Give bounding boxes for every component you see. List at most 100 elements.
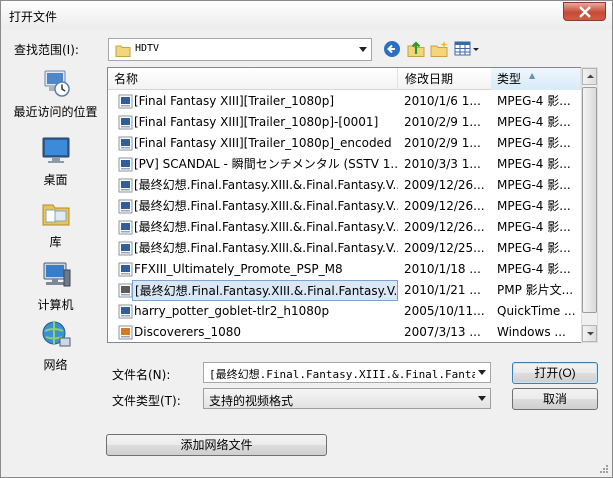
file-name: [Final Fantasy XIII][Trailer_1080p]-[000…	[134, 115, 379, 129]
filename-label: 文件名(N):	[112, 368, 171, 382]
create-new-folder-button[interactable]	[430, 40, 450, 60]
file-name: [最终幻想.Final.Fantasy.XIII.&.Final.Fantasy…	[132, 280, 398, 301]
place-recent[interactable]: 最近访问的位置	[8, 67, 103, 125]
file-name: [PV] SCANDAL - 瞬間センチメンタル (SSTV 1...	[134, 157, 398, 171]
file-date: 2009/12/26...	[404, 220, 485, 234]
file-row[interactable]: [Final Fantasy XIII][Trailer_1080p]_enco…	[108, 133, 581, 154]
video-file-icon	[118, 199, 133, 214]
filename-value: [最终幻想.Final.Fantasy.XIII.&.Final.Fantasy	[209, 368, 475, 381]
file-row[interactable]: [最终幻想.Final.Fantasy.XIII.&.Final.Fantasy…	[108, 280, 581, 301]
filetype-label: 文件类型(T):	[112, 394, 181, 408]
file-date: 2009/12/25...	[404, 241, 485, 255]
file-date: 2010/2/9 1...	[404, 136, 481, 150]
file-row[interactable]: FFXIII_Ultimately_Promote_PSP_M8 2010/1/1…	[108, 259, 581, 280]
place-computer[interactable]: 计算机	[8, 260, 103, 318]
file-row[interactable]: [PV] SCANDAL - 瞬間センチメンタル (SSTV 1... 2010/…	[108, 154, 581, 175]
sort-ascending-icon: ▲	[529, 71, 536, 80]
new-folder-icon	[430, 41, 448, 57]
file-type: MPEG-4 影...	[497, 115, 571, 129]
file-row[interactable]: [最终幻想.Final.Fantasy.XIII.&.Final.Fantasy…	[108, 238, 581, 259]
up-one-level-button[interactable]	[406, 40, 426, 60]
file-row[interactable]: [最终幻想.Final.Fantasy.XIII.&.Final.Fantasy…	[108, 217, 581, 238]
file-name: [最终幻想.Final.Fantasy.XIII.&.Final.Fantasy…	[134, 241, 398, 255]
file-date: 2010/3/3 1...	[404, 157, 481, 171]
file-type: MPEG-4 影...	[497, 220, 571, 234]
filename-field[interactable]: [最终幻想.Final.Fantasy.XIII.&.Final.Fantasy	[203, 362, 491, 383]
file-name: [最终幻想.Final.Fantasy.XIII.&.Final.Fantasy…	[134, 199, 398, 213]
file-date: 2007/3/13 ...	[404, 325, 481, 339]
look-in-dropdown[interactable]: HDTV	[108, 38, 372, 61]
filetype-value: 支持的视频格式	[209, 394, 294, 408]
view-menu-button[interactable]	[454, 40, 480, 60]
place-label: 库	[49, 235, 62, 249]
open-button[interactable]: 打开(O)	[512, 362, 598, 384]
vertical-scrollbar[interactable]	[581, 67, 598, 343]
video-file-icon	[118, 220, 133, 235]
file-date: 2009/12/26...	[404, 178, 485, 192]
back-button[interactable]	[383, 40, 403, 60]
file-row[interactable]: [Final Fantasy XIII][Trailer_1080p]-[000…	[108, 112, 581, 133]
filetype-dropdown[interactable]: 支持的视频格式	[203, 388, 491, 409]
file-date: 2010/1/6 1...	[404, 94, 481, 108]
video-file-icon	[118, 178, 133, 193]
look-in-value: HDTV	[135, 43, 160, 54]
place-desktop[interactable]: 桌面	[8, 135, 103, 193]
back-arrow-icon	[384, 41, 400, 57]
column-header-date[interactable]: 修改日期	[399, 68, 492, 90]
place-label: 网络	[43, 358, 68, 372]
look-in-label: 查找范围(I):	[14, 43, 79, 57]
dialog-title: 打开文件	[9, 10, 58, 24]
places-bar: 最近访问的位置 桌面 库 计算机 网络	[8, 67, 103, 372]
close-button[interactable]	[563, 2, 606, 21]
file-type: MPEG-4 影...	[497, 241, 571, 255]
file-type: MPEG-4 影...	[497, 199, 571, 213]
file-row[interactable]: Discoverers_1080 2007/3/13 ... Windows ...	[108, 322, 581, 342]
scroll-down-button[interactable]	[582, 325, 597, 342]
file-date: 2010/1/18 ...	[404, 262, 481, 276]
file-date: 2005/10/11...	[404, 304, 485, 318]
resize-grip-icon[interactable]	[598, 463, 609, 474]
folder-icon	[115, 45, 131, 57]
title-bar[interactable]: 打开文件	[1, 1, 612, 29]
place-label: 桌面	[43, 173, 68, 187]
file-name: FFXIII_Ultimately_Promote_PSP_M8	[134, 262, 343, 276]
video-file-icon	[118, 136, 133, 151]
place-network[interactable]: 网络	[8, 320, 103, 378]
video-file-icon	[118, 241, 133, 256]
pmp-file-icon	[118, 283, 133, 298]
file-row[interactable]: [最终幻想.Final.Fantasy.XIII.&.Final.Fantasy…	[108, 196, 581, 217]
column-header-name[interactable]: 名称	[108, 68, 398, 90]
file-row[interactable]: harry_potter_goblet-tlr2_h1080p 2005/10/1…	[108, 301, 581, 322]
file-list[interactable]: 名称 修改日期 类型 ▲ [Final Fantasy XIII][Traile…	[107, 67, 582, 343]
file-type: MPEG-4 影...	[497, 94, 571, 108]
scrollbar-thumb[interactable]	[582, 87, 597, 313]
video-file-icon	[118, 304, 133, 319]
chevron-down-icon[interactable]	[478, 396, 486, 401]
recent-places-icon	[44, 70, 70, 97]
file-name: harry_potter_goblet-tlr2_h1080p	[134, 304, 330, 318]
file-row[interactable]: [最终幻想.Final.Fantasy.XIII.&.Final.Fantasy…	[108, 175, 581, 196]
place-label: 计算机	[37, 298, 74, 312]
chevron-down-icon[interactable]	[478, 370, 486, 375]
scroll-up-button[interactable]	[582, 68, 597, 85]
chevron-down-icon	[587, 332, 594, 336]
libraries-icon	[42, 204, 70, 226]
file-type: Windows ...	[497, 325, 566, 339]
chevron-up-icon	[587, 74, 594, 78]
column-header-type[interactable]: 类型 ▲	[491, 68, 581, 90]
add-network-file-button[interactable]: 添加网络文件	[106, 434, 327, 456]
file-date: 2010/1/21 ...	[404, 283, 481, 297]
file-row[interactable]: [Final Fantasy XIII][Trailer_1080p] 2010/…	[108, 91, 581, 112]
file-name: [Final Fantasy XIII][Trailer_1080p]_enco…	[134, 136, 392, 150]
chevron-down-icon[interactable]	[359, 47, 367, 52]
file-name: [最终幻想.Final.Fantasy.XIII.&.Final.Fantasy…	[134, 220, 398, 234]
cancel-button[interactable]: 取消	[512, 388, 598, 410]
file-type: MPEG-4 影...	[497, 262, 571, 276]
close-icon	[579, 6, 591, 18]
file-date: 2010/2/9 1...	[404, 115, 481, 129]
file-list-header: 名称 修改日期 类型 ▲	[108, 68, 581, 90]
file-type: MPEG-4 影...	[497, 136, 571, 150]
computer-icon	[43, 262, 71, 287]
file-type: PMP 影片文...	[497, 283, 574, 297]
place-libraries[interactable]: 库	[8, 197, 103, 255]
